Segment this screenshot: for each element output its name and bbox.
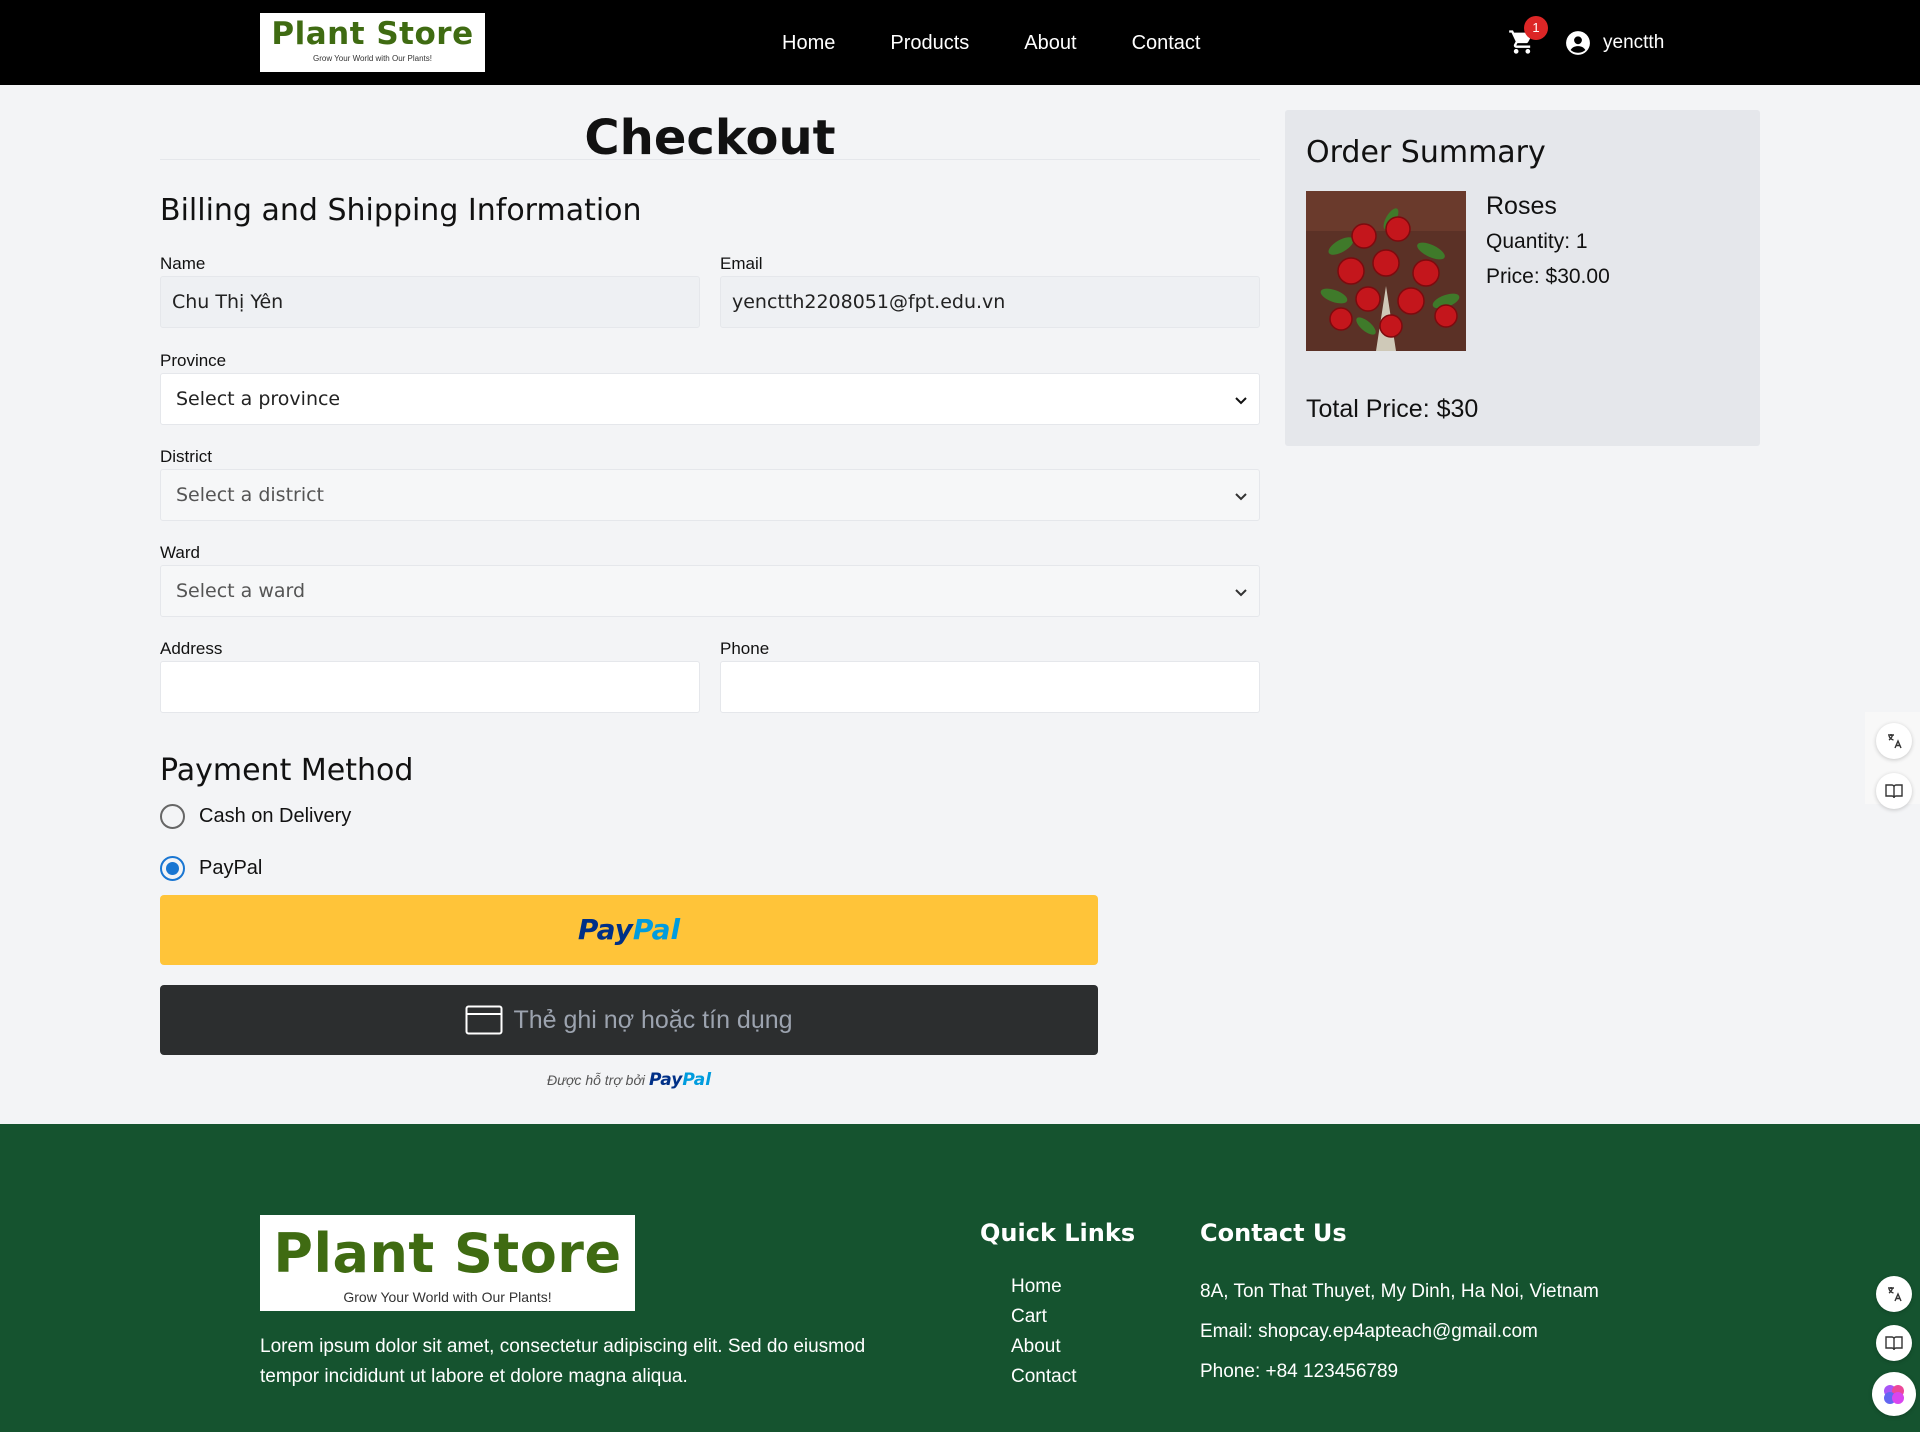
phone-input[interactable] xyxy=(720,661,1260,713)
ward-label: Ward xyxy=(160,543,200,562)
product-name: Roses xyxy=(1486,192,1557,220)
footer-logo-title: Plant Store xyxy=(273,1222,622,1285)
cart-count-badge: 1 xyxy=(1524,16,1548,40)
cod-label: Cash on Delivery xyxy=(199,805,352,827)
reader-button[interactable] xyxy=(1876,773,1912,809)
name-label: Name xyxy=(160,254,206,273)
province-label: Province xyxy=(160,351,227,370)
district-select[interactable]: Select a district xyxy=(160,469,1260,521)
book-icon xyxy=(1885,784,1903,799)
nav-home[interactable]: Home xyxy=(782,32,835,55)
logo-title: Plant Store xyxy=(271,16,474,52)
user-menu[interactable]: yenctth xyxy=(1565,30,1664,56)
translate-button[interactable] xyxy=(1876,723,1912,759)
email-input[interactable]: yenctth2208051@fpt.edu.vn xyxy=(720,276,1260,328)
province-select[interactable]: Select a province xyxy=(160,373,1260,425)
product-image-roses xyxy=(1306,191,1466,351)
ward-selected-value: Select a ward xyxy=(176,580,306,602)
quick-links-heading: Quick Links xyxy=(980,1219,1136,1247)
brain-icon xyxy=(1884,1385,1904,1404)
reader-button-footer[interactable] xyxy=(1876,1325,1912,1361)
credit-card-icon xyxy=(465,1005,503,1035)
chevron-down-icon xyxy=(1235,397,1247,405)
contact-address: 8A, Ton That Thuyet, My Dinh, Ha Noi, Vi… xyxy=(1200,1281,1599,1302)
site-footer: Plant Store Grow Your World with Our Pla… xyxy=(0,1124,1920,1432)
quick-links-list: Home Cart About Contact xyxy=(1011,1272,1076,1392)
ai-assistant-button[interactable] xyxy=(1872,1372,1916,1416)
contact-email: Email: shopcay.ep4apteach@gmail.com xyxy=(1200,1321,1538,1342)
site-header: Plant Store Grow Your World with Our Pla… xyxy=(0,0,1920,85)
order-summary-title: Order Summary xyxy=(1306,135,1546,170)
footer-logo[interactable]: Plant Store Grow Your World with Our Pla… xyxy=(260,1215,635,1311)
cod-radio[interactable] xyxy=(160,804,185,829)
page-title: Checkout xyxy=(584,110,836,166)
province-selected-value: Select a province xyxy=(176,388,341,410)
product-quantity: Quantity: 1 xyxy=(1486,230,1588,253)
username: yenctth xyxy=(1603,32,1665,53)
paypal-button[interactable]: PayPal xyxy=(160,895,1098,965)
phone-label: Phone xyxy=(720,639,770,658)
product-price: Price: $30.00 xyxy=(1486,265,1610,288)
address-input[interactable] xyxy=(160,661,700,713)
paypal-radio[interactable] xyxy=(160,856,185,881)
cart-button[interactable]: 1 xyxy=(1508,16,1548,56)
translate-button-footer[interactable] xyxy=(1876,1276,1912,1312)
district-label: District xyxy=(160,447,212,466)
total-price: Total Price: $30 xyxy=(1306,395,1479,423)
order-summary: Order Summary Roses Quantity: 1 Price: $… xyxy=(1285,110,1760,446)
contact-heading: Contact Us xyxy=(1200,1219,1347,1247)
powered-by-text: Được hỗ trợ bởi xyxy=(546,1072,646,1088)
title-divider xyxy=(160,159,1260,160)
logo-tagline: Grow Your World with Our Plants! xyxy=(312,54,432,63)
payment-heading: Payment Method xyxy=(160,753,414,788)
translate-icon xyxy=(1888,734,1902,749)
ward-select[interactable]: Select a ward xyxy=(160,565,1260,617)
site-logo[interactable]: Plant Store Grow Your World with Our Pla… xyxy=(260,13,485,72)
billing-heading: Billing and Shipping Information xyxy=(160,193,642,228)
name-input[interactable]: Chu Thị Yên xyxy=(160,276,700,328)
address-label: Address xyxy=(160,639,223,658)
footer-logo-tagline: Grow Your World with Our Plants! xyxy=(343,1289,552,1305)
contact-phone: Phone: +84 123456789 xyxy=(1200,1361,1399,1382)
footer-link-contact[interactable]: Contact xyxy=(1011,1362,1076,1392)
translate-icon xyxy=(1888,1287,1902,1302)
nav-about[interactable]: About xyxy=(1024,32,1076,55)
chevron-down-icon xyxy=(1235,589,1247,597)
nav-contact[interactable]: Contact xyxy=(1132,32,1201,55)
contact-info: 8A, Ton That Thuyet, My Dinh, Ha Noi, Vi… xyxy=(1200,1272,1599,1392)
payment-option-cod[interactable]: Cash on Delivery xyxy=(160,804,351,829)
footer-link-about[interactable]: About xyxy=(1011,1332,1076,1362)
chevron-down-icon xyxy=(1235,493,1247,501)
footer-link-home[interactable]: Home xyxy=(1011,1272,1076,1302)
footer-link-cart[interactable]: Cart xyxy=(1011,1302,1076,1332)
book-icon xyxy=(1885,1336,1903,1351)
paypal-logo: PayPal xyxy=(577,913,681,946)
district-selected-value: Select a district xyxy=(176,484,325,506)
powered-by-paypal: Được hỗ trợ bởi PayPal xyxy=(160,1070,1098,1090)
debit-credit-card-button[interactable]: Thẻ ghi nợ hoặc tín dụng xyxy=(160,985,1098,1055)
email-label: Email xyxy=(720,254,763,273)
payment-option-paypal[interactable]: PayPal xyxy=(160,856,262,881)
card-button-label: Thẻ ghi nợ hoặc tín dụng xyxy=(513,1005,793,1034)
footer-about-text: Lorem ipsum dolor sit amet, consectetur … xyxy=(260,1336,866,1387)
nav-products[interactable]: Products xyxy=(890,32,969,55)
main-nav: Home Products About Contact xyxy=(782,32,1256,55)
paypal-label: PayPal xyxy=(199,857,263,879)
user-avatar-icon xyxy=(1566,31,1590,55)
paypal-small-logo: PayPal xyxy=(648,1070,712,1090)
